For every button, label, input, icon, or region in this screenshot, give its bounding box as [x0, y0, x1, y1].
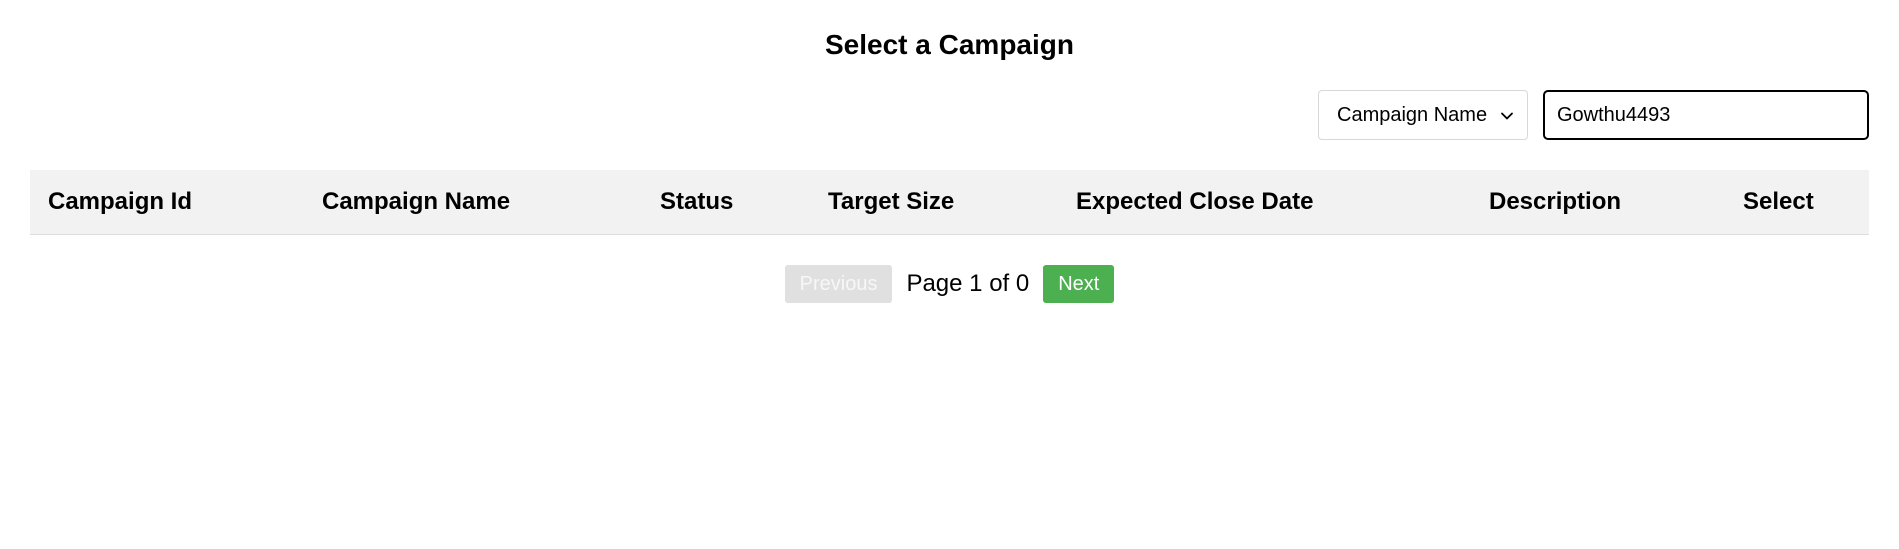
campaign-table: Campaign Id Campaign Name Status Target …: [30, 170, 1869, 235]
filter-field-select[interactable]: Campaign Name: [1318, 90, 1528, 140]
previous-button[interactable]: Previous: [784, 265, 893, 303]
campaign-table-container: Campaign Id Campaign Name Status Target …: [30, 170, 1869, 235]
page-title: Select a Campaign: [825, 29, 1074, 60]
column-header-expected-close-date: Expected Close Date: [1076, 187, 1314, 215]
page-info: Page 1 of 0: [906, 270, 1030, 297]
next-button[interactable]: Next: [1043, 265, 1115, 303]
filter-field-selected-label: Campaign Name: [1337, 103, 1488, 126]
search-input[interactable]: [1543, 90, 1869, 140]
table-header-row: Campaign Id Campaign Name Status Target …: [30, 170, 1869, 234]
column-header-campaign-id: Campaign Id: [48, 187, 193, 215]
pagination: Previous Page 1 of 0 Next: [0, 265, 1899, 303]
column-header-description: Description: [1489, 187, 1622, 215]
column-header-status: Status: [660, 187, 734, 215]
campaign-selector-page: Select a Campaign Campaign Name Campaign: [0, 0, 1899, 549]
column-header-campaign-name: Campaign Name: [322, 187, 511, 215]
column-header-select: Select: [1743, 187, 1814, 215]
column-header-target-size: Target Size: [828, 187, 955, 215]
table-header: Campaign Id Campaign Name Status Target …: [30, 170, 1869, 234]
chevron-down-icon: [1499, 107, 1515, 123]
